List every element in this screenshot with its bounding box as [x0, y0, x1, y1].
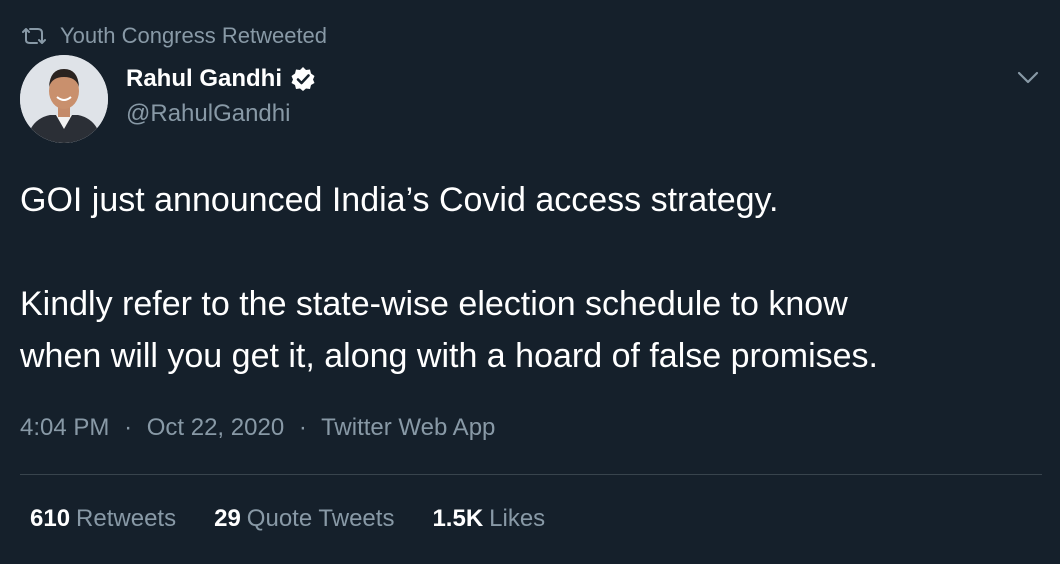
- tweet-paragraph: GOI just announced India’s Covid access …: [20, 181, 779, 219]
- tweet-detail: Youth Congress Retweeted Rahul Gandhi @R…: [0, 0, 1060, 564]
- retweet-icon: [22, 26, 46, 46]
- chevron-down-icon[interactable]: [1014, 64, 1042, 92]
- likes-stat[interactable]: 1.5K Likes: [432, 505, 545, 533]
- quote-tweets-count: 29: [214, 505, 241, 532]
- quote-tweets-label: Quote Tweets: [246, 505, 395, 532]
- tweet-paragraph: when will you get it, along with a hoard…: [20, 337, 879, 375]
- divider: [20, 474, 1042, 475]
- likes-label: Likes: [489, 505, 546, 532]
- author-display-name[interactable]: Rahul Gandhi: [126, 65, 282, 93]
- tweet-time[interactable]: 4:04 PM: [20, 414, 109, 441]
- author-name-row: Rahul Gandhi: [126, 62, 316, 96]
- retweet-context: Youth Congress Retweeted: [22, 22, 327, 50]
- author-handle[interactable]: @RahulGandhi: [126, 100, 316, 128]
- tweet-meta: 4:04 PM · Oct 22, 2020 · Twitter Web App: [20, 414, 495, 442]
- verified-badge-icon: [290, 66, 316, 92]
- retweet-context-label[interactable]: Youth Congress Retweeted: [60, 23, 327, 49]
- meta-separator: ·: [124, 414, 133, 441]
- author-block[interactable]: Rahul Gandhi @RahulGandhi: [126, 62, 316, 128]
- tweet-date[interactable]: Oct 22, 2020: [147, 414, 284, 441]
- likes-count: 1.5K: [432, 505, 484, 532]
- avatar[interactable]: [20, 55, 108, 143]
- retweets-label: Retweets: [76, 505, 177, 532]
- tweet-text: GOI just announced India’s Covid access …: [20, 174, 1050, 382]
- tweet-paragraph: Kindly refer to the state-wise election …: [20, 285, 848, 323]
- retweets-count: 610: [30, 505, 71, 532]
- tweet-source[interactable]: Twitter Web App: [321, 414, 495, 441]
- tweet-stats: 610 Retweets 29 Quote Tweets 1.5K Likes: [30, 505, 545, 533]
- quote-tweets-stat[interactable]: 29 Quote Tweets: [214, 505, 394, 533]
- retweets-stat[interactable]: 610 Retweets: [30, 505, 176, 533]
- meta-separator: ·: [298, 414, 307, 441]
